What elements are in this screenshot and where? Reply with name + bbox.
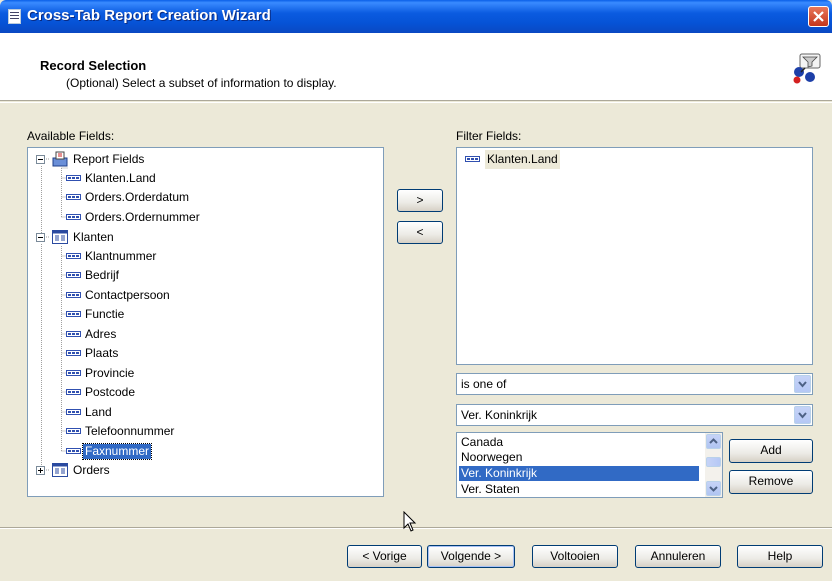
field-icon [66,370,81,376]
field-label: Telefoonnummer [85,424,175,438]
list-item[interactable]: Noorwegen [459,450,699,465]
available-fields-tree[interactable]: Report Fields Klanten.Land Orders.Orderd… [27,147,384,497]
title-bar: Cross-Tab Report Creation Wizard [0,0,832,33]
close-icon [813,11,824,22]
table-icon [52,463,68,477]
field-label: Functie [85,307,125,321]
field-icon [66,409,81,415]
wizard-header: Record Selection (Optional) Select a sub… [0,33,832,101]
filter-wizard-icon [793,53,821,84]
available-fields-label: Available Fields: [27,129,115,143]
field-icon [66,175,81,181]
listbox-scrollbar[interactable] [705,433,722,497]
operator-value: is one of [461,377,507,391]
collapse-icon[interactable] [36,155,45,164]
scroll-thumb[interactable] [706,457,721,467]
field-label: Adres [85,327,117,341]
table-icon [52,230,68,244]
field-label: Bedrijf [85,268,120,282]
mouse-cursor-icon [403,511,417,532]
window-title: Cross-Tab Report Creation Wizard [27,7,271,24]
field-label: Provincie [85,366,135,380]
page-title: Record Selection [40,58,147,73]
expand-icon[interactable] [36,466,45,475]
tree-node-label: Klanten [73,230,114,244]
field-icon [66,272,81,278]
tree-lines [41,158,68,471]
window-icon [8,9,21,24]
field-icon [66,428,81,434]
help-button[interactable]: Help [737,545,823,568]
next-button[interactable]: Volgende > [427,545,515,568]
field-icon [66,292,81,298]
filter-fields-list[interactable]: Klanten.Land [456,147,813,365]
field-label: Klanten.Land [85,171,156,185]
back-button[interactable]: < Vorige [347,545,422,568]
operator-select[interactable]: is one of [456,373,813,395]
remove-field-button[interactable]: < [397,221,443,244]
field-label: Plaats [85,346,119,360]
values-listbox[interactable]: Canada Noorwegen Ver. Koninkrijk Ver. St… [456,432,723,498]
field-label: Klanten.Land [485,150,560,169]
field-icon [66,331,81,337]
list-item[interactable]: Canada [459,435,699,450]
field-label: Orders.Orderdatum [85,190,190,204]
collapse-icon[interactable] [36,233,45,242]
chevron-down-icon[interactable] [794,406,811,424]
field-icon [66,448,81,454]
field-icon [66,389,81,395]
tree-node-label: Report Fields [73,152,145,166]
tree-node-label: Orders [73,463,110,477]
field-label: Klantnummer [85,249,157,263]
filter-fields-label: Filter Fields: [456,129,522,143]
close-button[interactable] [808,6,829,27]
scroll-up-icon[interactable] [706,434,721,449]
field-label: Contactpersoon [85,288,170,302]
add-field-button[interactable]: > [397,189,443,212]
field-icon [66,214,81,220]
remove-value-button[interactable]: Remove [729,470,813,494]
field-icon [66,194,81,200]
finish-button[interactable]: Voltooien [532,545,618,568]
header-divider [0,102,832,103]
field-icon [66,253,81,259]
page-subtitle: (Optional) Select a subset of informatio… [66,76,337,90]
field-label: Orders.Ordernummer [85,210,200,224]
report-fields-icon [52,151,68,167]
field-icon [66,350,81,356]
add-value-button[interactable]: Add [729,439,813,463]
list-item-selected[interactable]: Ver. Koninkrijk [459,466,699,481]
field-label: Land [85,405,112,419]
cancel-button[interactable]: Annuleren [635,545,721,568]
field-icon [465,156,480,162]
value-text: Ver. Koninkrijk [461,408,538,422]
list-item[interactable]: Ver. Staten [459,482,699,497]
field-label: Faxnummer [81,443,153,460]
scroll-down-icon[interactable] [706,481,721,496]
field-icon [66,311,81,317]
value-select[interactable]: Ver. Koninkrijk [456,404,813,426]
field-label: Postcode [85,385,136,399]
chevron-down-icon[interactable] [794,375,811,393]
